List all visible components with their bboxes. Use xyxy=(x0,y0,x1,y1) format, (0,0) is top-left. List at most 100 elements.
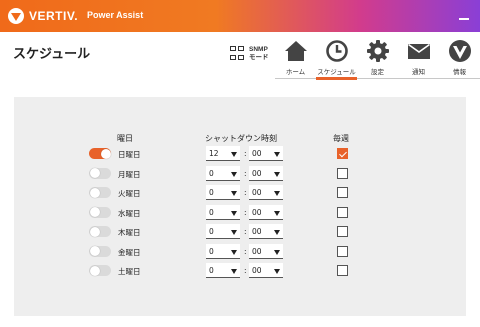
weekly-checkbox[interactable] xyxy=(337,226,348,237)
chevron-down-icon xyxy=(274,171,280,177)
time-separator: : xyxy=(244,188,247,197)
chevron-down-icon xyxy=(231,249,237,255)
hour-select[interactable]: 0 xyxy=(206,224,240,239)
day-label: 月曜日 xyxy=(118,169,141,179)
nav-info[interactable]: 情報 xyxy=(439,37,480,79)
chevron-down-icon xyxy=(231,230,237,235)
hour-value: 0 xyxy=(209,227,214,236)
day-enable-toggle[interactable] xyxy=(89,206,111,218)
minute-select[interactable]: 00 xyxy=(249,165,283,181)
weekly-checkbox[interactable] xyxy=(337,206,348,218)
toggle-knob xyxy=(89,187,100,198)
app-name: Power Assist xyxy=(87,10,144,20)
time-separator: : xyxy=(244,207,247,217)
day-enable-toggle[interactable] xyxy=(89,148,111,159)
chevron-down-icon xyxy=(274,269,280,274)
chevron-down-icon xyxy=(274,249,280,255)
vertiv-logo-icon xyxy=(8,8,24,24)
day-enable-toggle[interactable] xyxy=(89,265,111,276)
page-title: スケジュール xyxy=(13,47,91,62)
minute-value: 00 xyxy=(252,207,262,217)
main-nav: ホーム スケジュール 設定 通知 情報 xyxy=(275,37,480,80)
minute-select[interactable]: 00 xyxy=(249,204,283,220)
hour-select[interactable]: 0 xyxy=(206,243,240,259)
schedule-row: 月曜日 0:00 xyxy=(0,164,480,184)
nav-settings-label: 設定 xyxy=(371,68,384,76)
day-label: 木曜日 xyxy=(118,228,141,237)
chevron-down-icon xyxy=(274,152,280,157)
snmp-mode-button[interactable]: SNMP モード xyxy=(230,46,269,62)
weekly-checkbox[interactable] xyxy=(337,265,348,276)
minute-select[interactable]: 00 xyxy=(249,243,283,259)
schedule-row: 金曜日 0:00 xyxy=(0,242,480,262)
weekly-checkbox[interactable] xyxy=(337,167,348,179)
nav-home[interactable]: ホーム xyxy=(275,37,316,79)
envelope-icon xyxy=(407,43,430,59)
vertiv-v-icon xyxy=(448,40,471,62)
schedule-row: 土曜日 0:00 xyxy=(0,261,480,281)
minute-select[interactable]: 00 xyxy=(249,224,283,239)
minute-value: 00 xyxy=(252,246,262,256)
toggle-knob xyxy=(89,207,100,217)
day-label: 日曜日 xyxy=(118,150,141,159)
minute-value: 00 xyxy=(252,168,262,178)
day-enable-toggle[interactable] xyxy=(89,187,111,198)
snmp-label: SNMP xyxy=(249,46,268,53)
nav-notifications[interactable]: 通知 xyxy=(398,37,439,79)
nav-info-label: 情報 xyxy=(453,68,466,76)
clock-icon xyxy=(325,40,348,62)
gear-icon xyxy=(366,40,389,62)
schedule-row: 木曜日 0:00 xyxy=(0,222,480,242)
hour-select[interactable]: 0 xyxy=(206,185,240,200)
chevron-down-icon xyxy=(231,210,237,216)
day-enable-toggle[interactable] xyxy=(89,245,111,257)
hour-select[interactable]: 0 xyxy=(206,165,240,181)
minute-select[interactable]: 00 xyxy=(249,263,283,278)
minute-select[interactable]: 00 xyxy=(249,185,283,200)
schedule-row: 火曜日 0:00 xyxy=(0,183,480,203)
hour-value: 0 xyxy=(209,207,214,217)
minute-value: 00 xyxy=(252,149,262,158)
snmp-mode-label: モード xyxy=(249,54,269,61)
minute-value: 00 xyxy=(252,266,262,275)
toggle-knob xyxy=(89,168,100,178)
time-separator: : xyxy=(244,149,247,158)
hour-select[interactable]: 0 xyxy=(206,204,240,220)
nav-settings[interactable]: 設定 xyxy=(357,37,398,79)
brand-name: VERTIV. xyxy=(29,9,79,23)
time-separator: : xyxy=(244,227,247,236)
chevron-down-icon xyxy=(274,230,280,235)
home-icon xyxy=(284,41,307,61)
hour-value: 12 xyxy=(209,149,219,158)
minute-value: 00 xyxy=(252,227,262,236)
minute-select[interactable]: 00 xyxy=(249,146,283,161)
weekly-column-header: 毎週 xyxy=(333,134,349,143)
day-label: 火曜日 xyxy=(118,189,141,198)
chevron-down-icon xyxy=(274,191,280,196)
schedule-row: 水曜日 0:00 xyxy=(0,203,480,223)
menu-icon[interactable] xyxy=(459,18,469,20)
weekly-checkbox[interactable] xyxy=(337,187,348,198)
day-enable-toggle[interactable] xyxy=(89,226,111,237)
nav-schedule[interactable]: スケジュール xyxy=(316,37,357,80)
hour-select[interactable]: 12 xyxy=(206,146,240,161)
schedule-row: 日曜日 12:00 xyxy=(0,144,480,164)
day-label: 金曜日 xyxy=(118,247,141,257)
app-header: VERTIV. Power Assist xyxy=(0,0,480,32)
hour-value: 0 xyxy=(209,246,214,256)
weekly-checkbox[interactable] xyxy=(337,245,348,257)
chevron-down-icon xyxy=(231,269,237,274)
time-separator: : xyxy=(244,246,247,256)
nav-notifications-label: 通知 xyxy=(412,68,425,76)
toggle-knob xyxy=(89,226,100,237)
network-icon xyxy=(230,46,246,62)
chevron-down-icon xyxy=(274,210,280,216)
nav-schedule-label: スケジュール xyxy=(317,68,356,76)
weekly-checkbox[interactable] xyxy=(337,148,348,159)
hour-value: 0 xyxy=(209,266,214,275)
day-enable-toggle[interactable] xyxy=(89,167,111,179)
hour-value: 0 xyxy=(209,188,214,197)
hour-select[interactable]: 0 xyxy=(206,263,240,278)
day-label: 水曜日 xyxy=(118,208,141,218)
nav-home-label: ホーム xyxy=(285,68,306,76)
